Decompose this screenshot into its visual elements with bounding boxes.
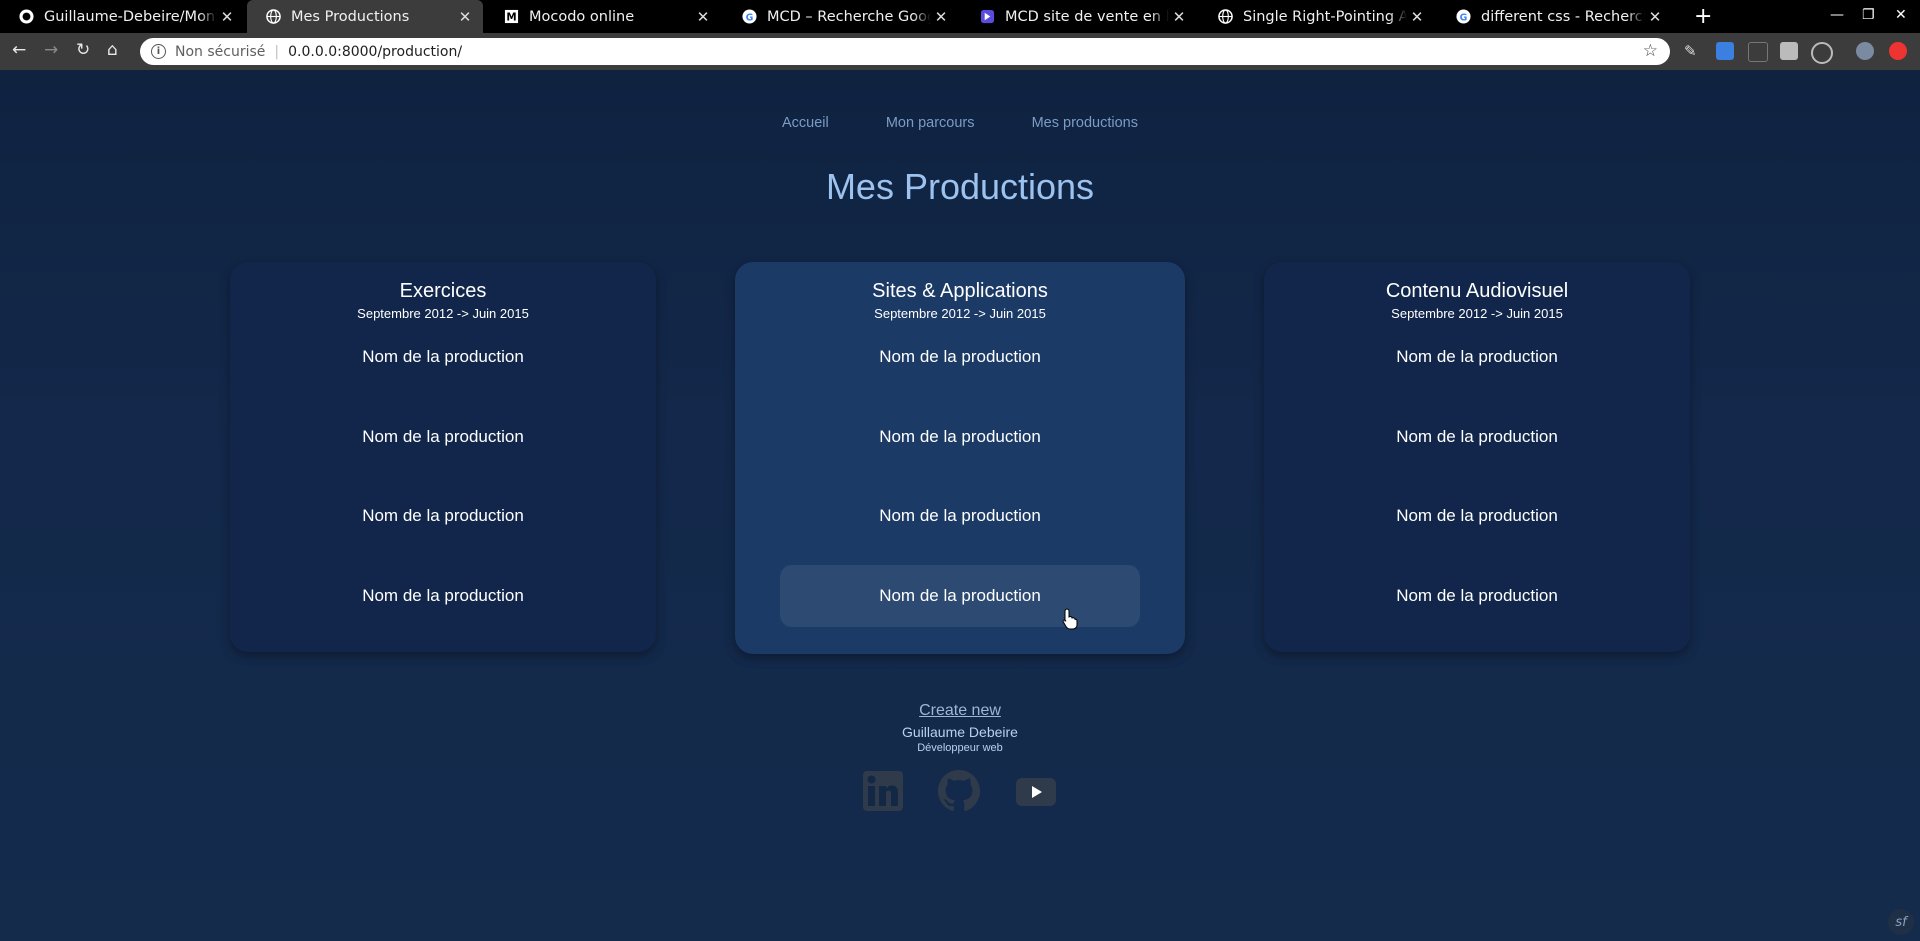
globe-icon [1217,9,1233,25]
close-window-icon[interactable]: ✕ [1895,7,1907,23]
close-icon[interactable]: ✕ [931,8,951,26]
author-role: Développeur web [917,742,1003,754]
close-icon[interactable]: ✕ [455,8,475,26]
nav-link-mon-parcours[interactable]: Mon parcours [886,115,975,131]
production-item[interactable]: Nom de la production [780,485,1140,547]
create-new-link[interactable]: Create new [919,702,1001,719]
production-item[interactable]: Nom de la production [263,485,623,547]
production-item[interactable]: Nom de la production [263,326,623,388]
bookmark-star-icon[interactable]: ☆ [1643,41,1658,61]
svg-text:G: G [745,12,753,23]
production-item[interactable]: Nom de la production [1297,565,1657,627]
extension-icon[interactable] [1716,42,1734,60]
address-bar[interactable]: i Non sécurisé | 0.0.0.0:8000/production… [140,38,1670,65]
close-icon[interactable]: ✕ [1169,8,1189,26]
close-icon[interactable]: ✕ [1645,8,1665,26]
reload-icon[interactable]: ↻ [76,40,90,60]
tab-mcd-site[interactable]: MCD site de vente en ligne ✕ [961,0,1197,33]
page-content: Accueil Mon parcours Mes productions Mes… [0,70,1920,941]
production-item[interactable]: Nom de la production [780,326,1140,388]
tab-github[interactable]: Guillaume-Debeire/MonSite ✕ [0,0,245,33]
tab-title: different css - Recherche G [1481,8,1645,25]
linkedin-icon[interactable] [862,770,904,816]
card-title: Exercices [399,280,487,302]
card-sites-applications: Sites & Applications Septembre 2012 -> J… [735,262,1185,654]
tab-title: MCD – Recherche Google [767,8,931,25]
info-icon[interactable]: i [151,44,166,59]
mocodo-icon: M [503,9,519,25]
production-item[interactable]: Nom de la production [780,565,1140,627]
github-icon [18,9,34,25]
url-text[interactable]: 0.0.0.0:8000/production/ [288,44,462,60]
extension-icon[interactable] [1748,42,1768,62]
tab-title: MCD site de vente en ligne [1005,8,1169,25]
production-item[interactable]: Nom de la production [780,406,1140,468]
nav-link-mes-productions[interactable]: Mes productions [1032,115,1138,131]
production-item[interactable]: Nom de la production [1297,326,1657,388]
back-icon[interactable]: ← [12,40,26,60]
main-nav: Accueil Mon parcours Mes productions [0,112,1920,131]
tab-mocodo[interactable]: M Mocodo online ✕ [485,0,721,33]
youtube-icon[interactable] [1016,778,1056,810]
update-icon[interactable] [1889,42,1907,60]
security-label: Non sécurisé [175,43,266,60]
production-item[interactable]: Nom de la production [1297,406,1657,468]
forward-icon[interactable]: → [44,40,58,60]
nav-link-accueil[interactable]: Accueil [782,115,829,131]
tab-different-css[interactable]: G different css - Recherche G ✕ [1437,0,1673,33]
footer: Create new Guillaume Debeire Développeur… [0,700,1920,754]
close-icon[interactable]: ✕ [1407,8,1427,26]
svg-text:M: M [506,12,516,24]
tab-mes-productions[interactable]: Mes Productions ✕ [247,0,483,33]
tab-title: Single Right-Pointing Angle [1243,8,1407,25]
extension-icon[interactable] [1811,42,1833,64]
new-tab-button[interactable]: + [1694,4,1712,29]
close-icon[interactable]: ✕ [693,8,713,26]
card-exercices: Exercices Septembre 2012 -> Juin 2015 No… [230,262,656,652]
extension-icon[interactable] [1780,42,1798,60]
card-title: Sites & Applications [872,280,1048,302]
tab-title: Mocodo online [529,8,693,25]
card-title: Contenu Audiovisuel [1385,280,1569,302]
home-icon[interactable]: ⌂ [107,40,118,60]
tab-title: Guillaume-Debeire/MonSite [44,8,217,25]
symfony-toolbar-icon[interactable]: sf [1888,909,1914,935]
page-title: Mes Productions [825,166,1095,207]
globe-icon [265,9,281,25]
browser-tab-bar: Guillaume-Debeire/MonSite ✕ Mes Producti… [0,0,1920,33]
production-item[interactable]: Nom de la production [263,406,623,468]
author-name: Guillaume Debeire [902,724,1018,740]
app-icon [979,9,995,25]
tab-mcd-google[interactable]: G MCD – Recherche Google ✕ [723,0,959,33]
production-item[interactable]: Nom de la production [1297,485,1657,547]
card-subtitle: Septembre 2012 -> Juin 2015 [357,306,529,321]
card-subtitle: Septembre 2012 -> Juin 2015 [1391,306,1563,321]
card-contenu-audiovisuel: Contenu Audiovisuel Septembre 2012 -> Ju… [1264,262,1690,652]
avatar[interactable] [1856,42,1874,60]
production-item[interactable]: Nom de la production [263,565,623,627]
pen-extension-icon[interactable]: ✎ [1684,42,1702,60]
card-subtitle: Septembre 2012 -> Juin 2015 [874,306,1046,321]
tab-single-angle[interactable]: Single Right-Pointing Angle ✕ [1199,0,1435,33]
hand-cursor-icon [1062,608,1078,630]
close-icon[interactable]: ✕ [217,8,237,26]
browser-toolbar: ← → ↻ ⌂ i Non sécurisé | 0.0.0.0:8000/pr… [0,33,1920,70]
svg-text:G: G [1459,12,1467,23]
minimize-icon[interactable]: — [1830,7,1844,23]
address-separator: | [274,43,280,60]
google-icon: G [1455,9,1471,25]
tab-title: Mes Productions [291,8,455,25]
github-icon[interactable] [938,770,980,816]
google-icon: G [741,9,757,25]
restore-icon[interactable]: ❐ [1862,7,1875,23]
